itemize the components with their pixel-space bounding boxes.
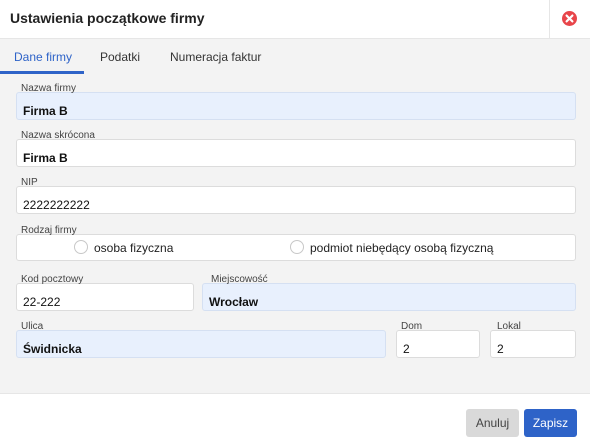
active-tab-indicator xyxy=(0,71,84,74)
postal-code-field[interactable] xyxy=(16,283,194,311)
radio-osoba-fizyczna[interactable] xyxy=(74,240,88,254)
short-name-label: Nazwa skrócona xyxy=(21,130,95,141)
tab-podatki[interactable]: Podatki xyxy=(100,39,140,75)
street-label: Ulica xyxy=(21,321,44,332)
postal-code-label: Kod pocztowy xyxy=(21,274,84,285)
dialog-title: Ustawienia początkowe firmy xyxy=(10,10,205,26)
company-name-label: Nazwa firmy xyxy=(21,83,77,94)
company-type-label: Rodzaj firmy xyxy=(21,225,77,236)
unit-number-field[interactable] xyxy=(490,330,576,358)
close-icon xyxy=(565,14,574,23)
radio-podmiot-label[interactable]: podmiot niebędący osobą fizyczną xyxy=(310,241,493,255)
tab-bar: Dane firmy Podatki Numeracja faktur xyxy=(0,38,590,75)
tab-numeracja-faktur[interactable]: Numeracja faktur xyxy=(170,39,261,75)
short-name-input[interactable] xyxy=(17,140,575,166)
short-name-field[interactable] xyxy=(16,139,576,167)
cancel-button[interactable]: Anuluj xyxy=(466,409,519,437)
nip-label: NIP xyxy=(21,177,38,188)
dialog-footer: Anuluj Zapisz xyxy=(0,393,590,446)
city-label: Miejscowość xyxy=(211,274,268,285)
city-field[interactable] xyxy=(202,283,576,311)
nip-input[interactable] xyxy=(17,187,575,213)
close-button[interactable] xyxy=(562,11,577,26)
house-number-input[interactable] xyxy=(397,331,479,357)
company-name-input[interactable] xyxy=(17,93,575,119)
company-type-radio-group: osoba fizyczna podmiot niebędący osobą f… xyxy=(16,234,576,261)
company-name-field[interactable] xyxy=(16,92,576,120)
radio-osoba-fizyczna-label[interactable]: osoba fizyczna xyxy=(94,241,173,255)
house-number-label: Dom xyxy=(401,321,423,332)
city-input[interactable] xyxy=(203,284,575,310)
save-button[interactable]: Zapisz xyxy=(524,409,577,437)
postal-code-input[interactable] xyxy=(17,284,193,310)
house-number-field[interactable] xyxy=(396,330,480,358)
unit-number-input[interactable] xyxy=(491,331,575,357)
unit-number-label: Lokal xyxy=(497,321,521,332)
tab-dane-firmy[interactable]: Dane firmy xyxy=(14,39,72,75)
dialog-header: Ustawienia początkowe firmy xyxy=(0,0,590,38)
radio-podmiot[interactable] xyxy=(290,240,304,254)
header-divider xyxy=(549,0,550,38)
street-input[interactable] xyxy=(17,331,385,357)
nip-field[interactable] xyxy=(16,186,576,214)
street-field[interactable] xyxy=(16,330,386,358)
